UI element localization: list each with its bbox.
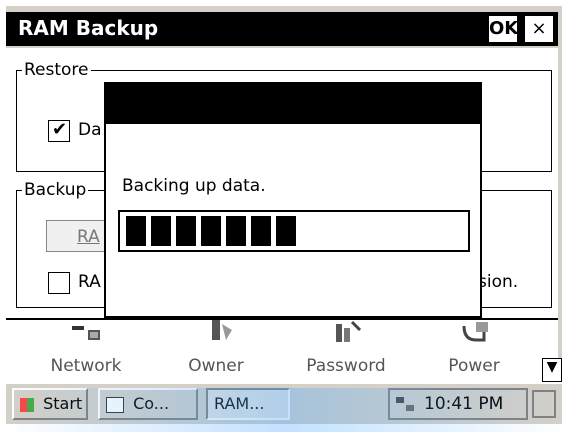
system-tray: 10:41 PM <box>388 388 528 420</box>
password-icon <box>336 320 362 342</box>
control-panel-label: Network <box>50 356 122 376</box>
control-panel-label: Power <box>448 356 500 376</box>
taskbar-button-control-panel[interactable]: Co... <box>98 388 198 420</box>
progress-message: Backing up data. <box>122 176 266 196</box>
progress-block <box>276 216 296 246</box>
backup-group-label: Backup <box>22 180 89 200</box>
progress-block <box>251 216 271 246</box>
control-panel-item-owner[interactable]: Owner <box>156 320 276 382</box>
taskbar: Start Co... RAM... 10:41 PM <box>6 382 562 422</box>
title-bar: RAM Backup OK × <box>6 12 558 46</box>
keyboard-icon[interactable] <box>532 390 556 418</box>
progress-dialog-titlebar <box>106 84 480 124</box>
restore-checkbox-label: Da <box>78 120 102 140</box>
progress-block <box>176 216 196 246</box>
backup-right-text: sion. <box>478 272 519 292</box>
backup-checkbox-label: RA <box>78 272 101 292</box>
control-panel-item-network[interactable]: Network <box>26 320 146 382</box>
power-icon <box>462 322 488 342</box>
progress-block <box>126 216 146 246</box>
progress-block <box>151 216 171 246</box>
backup-checkbox[interactable] <box>48 272 70 294</box>
close-button[interactable]: × <box>524 15 554 43</box>
progress-bar <box>118 210 470 252</box>
network-status-icon[interactable] <box>394 395 416 415</box>
control-panel-label: Owner <box>188 356 244 376</box>
taskbar-button-label: RAM... <box>214 394 265 413</box>
control-panel-item-power[interactable]: Power <box>414 320 534 382</box>
network-icon <box>72 326 100 340</box>
progress-block <box>226 216 246 246</box>
ok-button[interactable]: OK <box>488 15 518 43</box>
restore-checkbox[interactable]: ✔ <box>48 119 70 142</box>
control-panel-label: Password <box>306 356 386 376</box>
progress-block <box>201 216 221 246</box>
control-panel-strip: Network Owner Password Power ▼ <box>6 318 562 382</box>
progress-blocks <box>126 216 296 246</box>
clock[interactable]: 10:41 PM <box>424 394 503 414</box>
control-panel-icon <box>106 396 124 413</box>
owner-icon <box>212 320 232 340</box>
triangle-down-icon[interactable]: ▼ <box>542 358 562 382</box>
start-button[interactable]: Start <box>12 388 88 420</box>
restore-group-label: Restore <box>22 60 91 80</box>
taskbar-button-ram-backup[interactable]: RAM... <box>206 388 290 420</box>
window-title: RAM Backup <box>18 16 159 40</box>
checkmark-icon: ✔ <box>52 119 68 140</box>
progress-dialog: Backing up data. <box>104 82 482 318</box>
control-panel-item-password[interactable]: Password <box>286 320 406 382</box>
backup-ram-button[interactable]: RA <box>46 220 110 252</box>
start-flag-icon <box>20 397 34 412</box>
start-label: Start <box>43 394 83 413</box>
taskbar-button-label: Co... <box>133 394 170 413</box>
backup-ram-button-label: RA <box>77 227 100 247</box>
